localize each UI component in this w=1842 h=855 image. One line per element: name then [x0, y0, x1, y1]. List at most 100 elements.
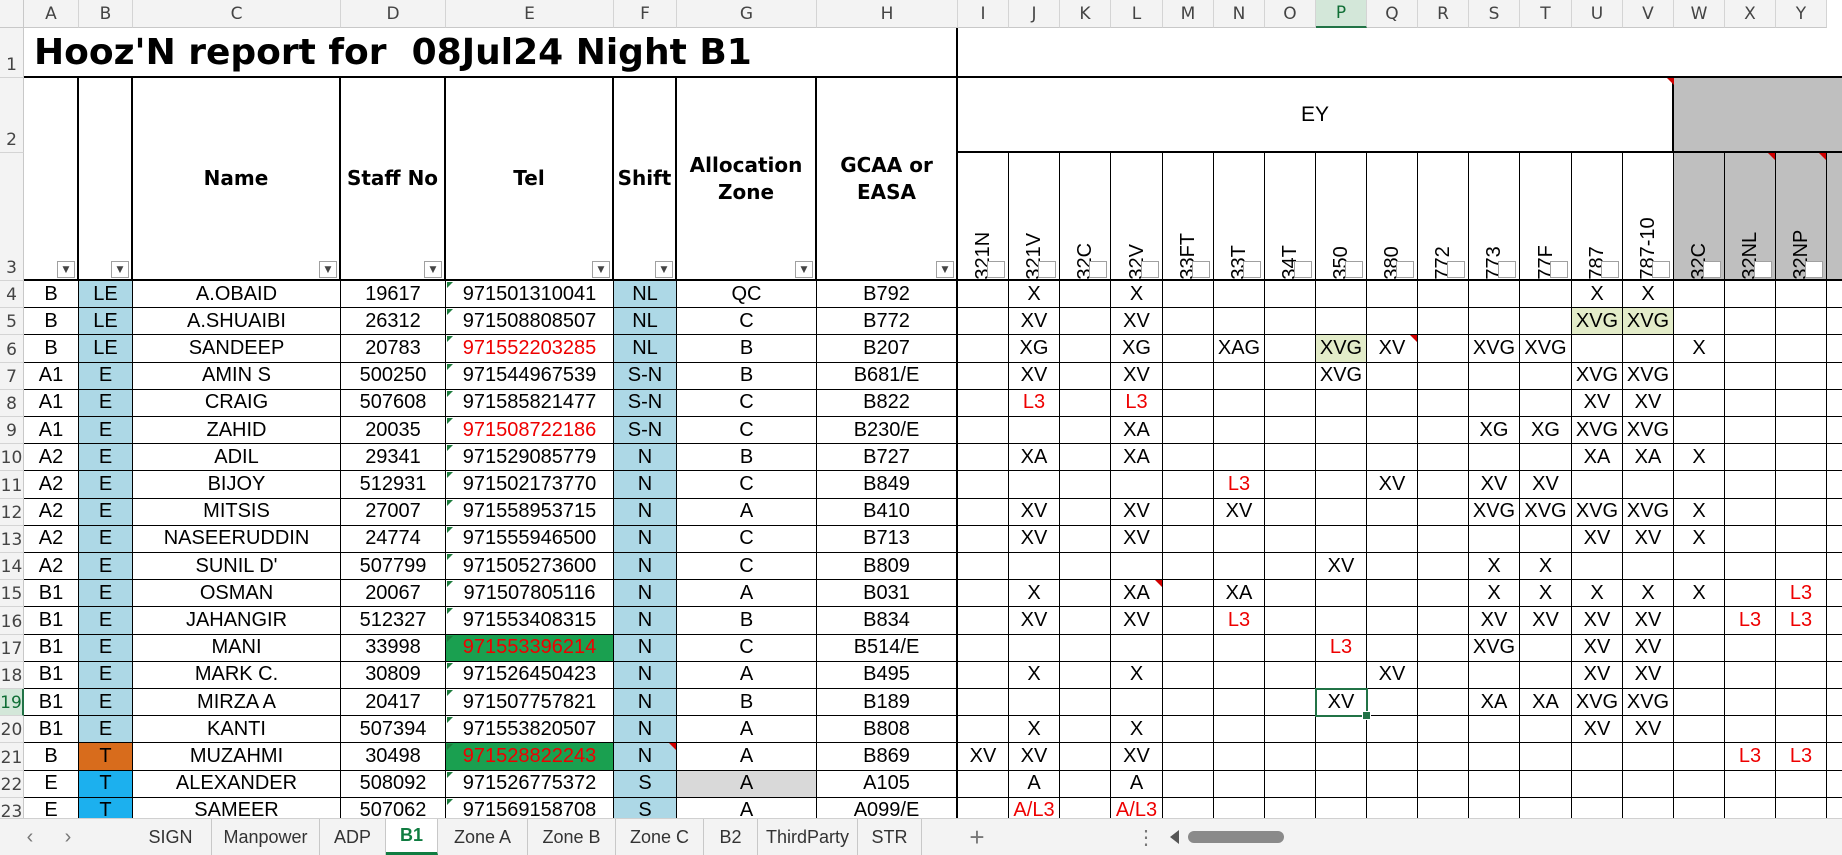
filter-dropdown-q[interactable]	[1396, 261, 1414, 278]
row-header-15[interactable]: 15	[0, 580, 24, 608]
shift-cell[interactable]: S-N	[614, 389, 677, 417]
grade-cell[interactable]: B1	[24, 580, 79, 608]
staff-no-cell[interactable]: 507394	[341, 716, 446, 744]
category-cell[interactable]: E	[79, 525, 133, 553]
qualification-cell-y[interactable]: L3	[1776, 607, 1827, 635]
column-header-h[interactable]: H	[817, 0, 958, 28]
category-cell[interactable]: E	[79, 389, 133, 417]
qualification-cell-j[interactable]	[1009, 689, 1060, 717]
qualification-cell-u[interactable]	[1572, 553, 1623, 581]
qualification-cell-i[interactable]	[958, 607, 1009, 635]
qualification-cell-r[interactable]	[1418, 743, 1469, 771]
qualification-cell-t[interactable]: XVG	[1520, 498, 1572, 526]
qualification-cell-x[interactable]	[1725, 525, 1776, 553]
staff-no-cell[interactable]: 19617	[341, 281, 446, 309]
qualification-cell-p[interactable]	[1316, 607, 1367, 635]
grade-cell[interactable]: B1	[24, 689, 79, 717]
zone-cell[interactable]: C	[677, 471, 817, 499]
category-cell[interactable]: E	[79, 716, 133, 744]
grade-cell[interactable]: B1	[24, 634, 79, 662]
spreadsheet-grid[interactable]: ABCDEFGHIJKLMNOPQRSTUVWXY 1 2 3 4 5 6 7 8 9 10 11 1…	[0, 0, 1842, 818]
staff-no-cell[interactable]: 33998	[341, 634, 446, 662]
staff-no-header[interactable]: Staff No	[341, 78, 446, 281]
qualification-cell-z[interactable]	[1827, 662, 1842, 689]
grade-cell[interactable]: B	[24, 743, 79, 771]
qualification-cell-t[interactable]: XV	[1520, 607, 1572, 635]
grade-cell[interactable]: A1	[24, 389, 79, 417]
zone-cell[interactable]: C	[677, 634, 817, 662]
qualification-cell-j[interactable]: A/L3	[1009, 797, 1060, 818]
qualification-cell-k[interactable]	[1060, 308, 1111, 336]
filter-dropdown-f[interactable]: ▼	[655, 261, 673, 278]
filter-dropdown-c[interactable]: ▼	[319, 261, 337, 278]
column-header-q[interactable]: Q	[1367, 0, 1418, 28]
qualification-cell-l[interactable]: A	[1111, 770, 1163, 798]
qualification-cell-j[interactable]: A	[1009, 770, 1060, 798]
qualification-cell-n[interactable]: XV	[1214, 498, 1265, 526]
zone-cell[interactable]: A	[677, 580, 817, 608]
qualification-cell-p[interactable]	[1316, 389, 1367, 417]
qualification-cell-r[interactable]	[1418, 770, 1469, 798]
qualification-cell-j[interactable]	[1009, 471, 1060, 499]
qualification-cell-t[interactable]	[1520, 743, 1572, 771]
grade-cell[interactable]: B1	[24, 607, 79, 635]
qualification-cell-j[interactable]	[1009, 553, 1060, 581]
sheet-tab-sign[interactable]: SIGN	[130, 819, 212, 855]
qualification-cell-y[interactable]	[1776, 716, 1827, 744]
qualification-cell-o[interactable]	[1265, 743, 1316, 771]
license-cell[interactable]: B792	[817, 281, 958, 309]
qualification-cell-m[interactable]	[1163, 661, 1214, 689]
qualification-cell-p[interactable]	[1316, 498, 1367, 526]
column-header-y[interactable]: Y	[1776, 0, 1827, 28]
tel-cell[interactable]: 971501310041	[446, 281, 614, 309]
zone-cell[interactable]: A	[677, 797, 817, 818]
qualification-cell-p[interactable]	[1316, 444, 1367, 472]
grade-cell[interactable]: B	[24, 308, 79, 336]
qualification-cell-t[interactable]	[1520, 716, 1572, 744]
qualification-cell-j[interactable]: XV	[1009, 743, 1060, 771]
qualification-cell-y[interactable]	[1776, 689, 1827, 717]
shift-cell[interactable]: NL	[614, 308, 677, 336]
grade-cell[interactable]: A1	[24, 362, 79, 390]
shift-cell[interactable]: S	[614, 797, 677, 818]
name-cell[interactable]: A.OBAID	[133, 281, 341, 309]
name-cell[interactable]: NASEERUDDIN	[133, 525, 341, 553]
license-cell[interactable]: B727	[817, 444, 958, 472]
qualification-cell-x[interactable]	[1725, 661, 1776, 689]
zone-cell[interactable]: A	[677, 498, 817, 526]
qualification-cell-u[interactable]: X	[1572, 580, 1623, 608]
sheet-tab-manpower[interactable]: Manpower	[212, 819, 320, 855]
qualification-cell-l[interactable]: X	[1111, 661, 1163, 689]
column-header-c[interactable]: C	[133, 0, 341, 28]
column-header-u[interactable]: U	[1572, 0, 1623, 28]
row-header-2[interactable]: 2	[0, 78, 24, 153]
qualification-cell-q[interactable]	[1367, 417, 1418, 445]
qualification-cell-o[interactable]	[1265, 770, 1316, 798]
shift-cell[interactable]: N	[614, 471, 677, 499]
qualification-cell-i[interactable]	[958, 770, 1009, 798]
qualification-cell-l[interactable]	[1111, 689, 1163, 717]
shift-cell[interactable]: N	[614, 634, 677, 662]
qualification-cell-r[interactable]	[1418, 580, 1469, 608]
qualification-cell-t[interactable]	[1520, 797, 1572, 818]
qualification-cell-t[interactable]: XVG	[1520, 335, 1572, 363]
tel-cell[interactable]: 971552203285	[446, 335, 614, 363]
category-cell[interactable]: E	[79, 498, 133, 526]
qualification-cell-i[interactable]	[958, 389, 1009, 417]
qualification-cell-u[interactable]: XV	[1572, 607, 1623, 635]
qualification-cell-l[interactable]: A/L3	[1111, 797, 1163, 818]
qualification-cell-k[interactable]	[1060, 634, 1111, 662]
zone-cell[interactable]: A	[677, 716, 817, 744]
qualification-cell-r[interactable]	[1418, 716, 1469, 744]
qualification-cell-k[interactable]	[1060, 689, 1111, 717]
staff-no-cell[interactable]: 30809	[341, 661, 446, 689]
name-cell[interactable]: OSMAN	[133, 580, 341, 608]
license-cell[interactable]: B495	[817, 661, 958, 689]
qualification-cell-r[interactable]	[1418, 553, 1469, 581]
qualification-cell-w[interactable]	[1674, 308, 1725, 336]
qualification-cell-n[interactable]	[1214, 362, 1265, 390]
qualification-cell-p[interactable]	[1316, 281, 1367, 309]
qualification-cell-v[interactable]: XA	[1623, 444, 1674, 472]
qualification-cell-w[interactable]	[1674, 661, 1725, 689]
qualification-cell-x[interactable]	[1725, 634, 1776, 662]
